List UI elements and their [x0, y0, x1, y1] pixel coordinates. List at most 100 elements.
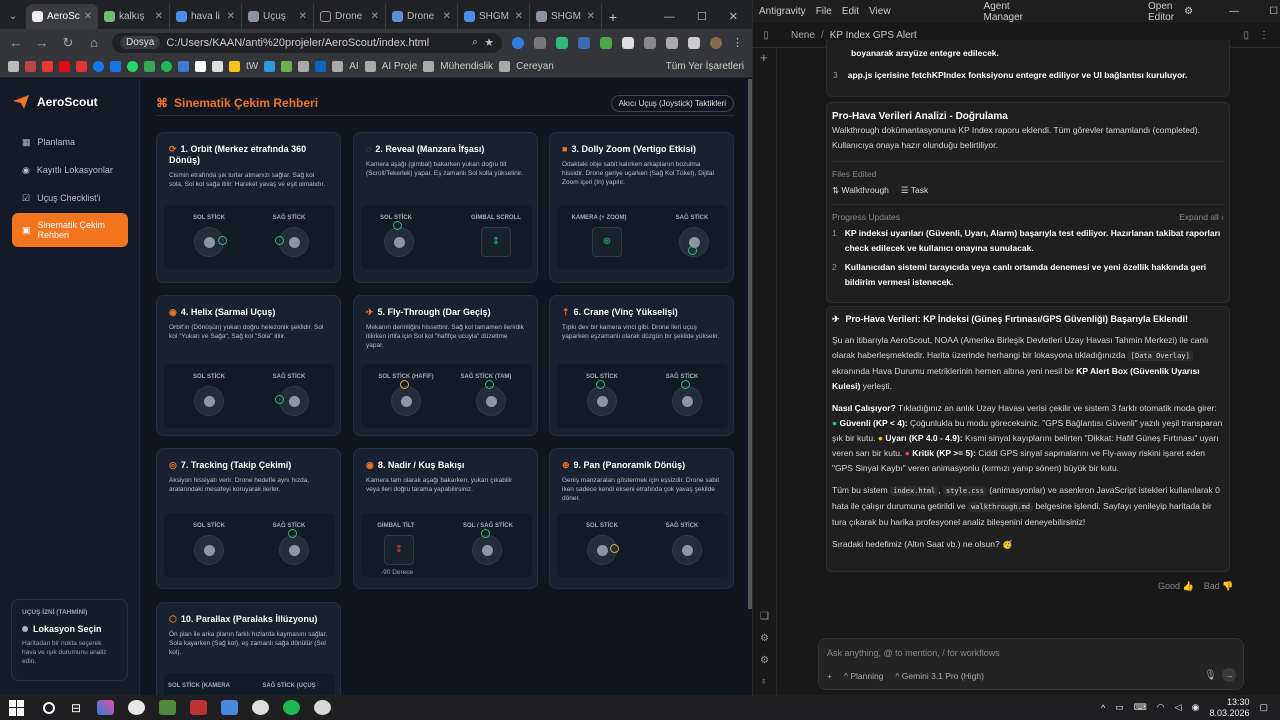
add-context-icon[interactable]: + [827, 671, 832, 681]
breadcrumb-root[interactable]: Nene [791, 30, 815, 41]
profile-avatar[interactable] [710, 36, 722, 49]
app-icon[interactable] [159, 700, 177, 715]
toggle-sidebar-icon[interactable]: ▯ [753, 30, 779, 41]
gear-outline-icon[interactable]: ⚙ [760, 633, 769, 644]
windows-start-icon[interactable] [9, 699, 31, 716]
browser-tab[interactable]: AeroSc ✕ [26, 4, 98, 29]
notification-icon[interactable]: ▢ [1259, 702, 1268, 713]
menu-edit[interactable]: Edit [842, 6, 859, 17]
site-info-chip[interactable]: Dosya [120, 36, 161, 49]
antigravity-icon[interactable] [221, 700, 239, 715]
joystick-tactics-button[interactable]: Akıcı Uçuş (Joystick) Taktikleri [610, 94, 734, 112]
wifi-icon[interactable]: ◠ [1157, 702, 1165, 713]
microphone-icon[interactable]: 🎙 [1204, 670, 1217, 681]
browser-tab[interactable]: Drone ✕ [386, 4, 458, 29]
back-icon[interactable]: ← [8, 35, 24, 50]
app-icon[interactable] [190, 700, 208, 715]
browser-tab[interactable]: hava li ✕ [170, 4, 242, 29]
sidebar-item-planlama[interactable]: ▦ Planlama [12, 130, 128, 154]
chat-input[interactable]: Ask anything, @ to mention, / for workfl… [827, 648, 1000, 658]
extension-icon[interactable] [578, 36, 590, 49]
battery-icon[interactable]: ▭ [1115, 702, 1124, 713]
close-tab-icon[interactable]: ✕ [299, 11, 307, 22]
minimize-icon[interactable]: — [1229, 6, 1239, 17]
whatsapp-icon[interactable] [127, 61, 138, 72]
walkthrough-file-link[interactable]: ⇅ Walkthrough [832, 185, 889, 196]
menu-kebab-icon[interactable]: ⋮ [732, 36, 743, 49]
settings-gear-icon[interactable]: ⚙ [1184, 6, 1193, 17]
sidebar-item-checklist[interactable]: ☑ Uçuş Checklist'i [12, 186, 128, 210]
close-tab-icon[interactable]: ✕ [371, 11, 379, 22]
mode-selector[interactable]: ^ Planning [844, 671, 883, 681]
copilot-icon[interactable] [97, 700, 115, 715]
bookmark-icon[interactable] [178, 61, 189, 72]
youtube-icon[interactable] [42, 61, 53, 72]
reload-icon[interactable]: ↻ [60, 35, 76, 51]
bad-feedback-button[interactable]: Bad 👎 [1204, 581, 1234, 592]
url-input[interactable]: Dosya C:/Users/KAAN/anti%20projeler/Aero… [112, 32, 502, 53]
browser-tab[interactable]: SHGM ✕ [530, 4, 602, 29]
imdb-icon[interactable] [229, 61, 240, 72]
bookmark-star-icon[interactable]: ★ [484, 36, 494, 49]
bookmark-folder[interactable]: AI Proje [382, 61, 418, 72]
minimize-icon[interactable]: — [664, 11, 675, 23]
app-icon[interactable] [252, 700, 270, 715]
close-tab-icon[interactable]: ✕ [155, 11, 163, 22]
close-window-icon[interactable]: ✕ [729, 10, 738, 23]
close-tab-icon[interactable]: ✕ [227, 11, 235, 22]
all-bookmarks-folder[interactable]: Tüm Yer İşaretleri [666, 61, 744, 72]
new-conversation-icon[interactable]: + [760, 50, 768, 65]
open-editor-button[interactable]: Open Editor [1148, 1, 1174, 23]
bookmark-icon[interactable] [25, 61, 36, 72]
send-icon[interactable]: → [1222, 668, 1236, 682]
extension-icon[interactable] [534, 36, 546, 49]
bookmark-icon[interactable] [315, 61, 327, 72]
browser-tab[interactable]: kalkış ✕ [98, 4, 170, 29]
model-selector[interactable]: ^ Gemini 3.1 Pro (High) [895, 671, 984, 681]
bookmark-icon[interactable] [298, 61, 310, 72]
menu-file[interactable]: File [816, 6, 832, 17]
spotify-icon[interactable] [161, 61, 172, 72]
expand-all-button[interactable]: Expand all ‹ [1179, 212, 1224, 222]
menu-app[interactable]: Antigravity [759, 6, 806, 17]
bookmark-icon[interactable] [110, 61, 121, 72]
side-panel-icon[interactable] [688, 36, 700, 49]
bookmark-icon[interactable] [144, 61, 155, 72]
netflix-icon[interactable] [59, 61, 70, 72]
search-icon[interactable] [43, 701, 55, 714]
tray-icon[interactable]: ◉ [1192, 702, 1200, 713]
close-tab-icon[interactable]: ✕ [587, 11, 595, 22]
good-feedback-button[interactable]: Good 👍 [1158, 581, 1194, 592]
x-icon[interactable] [195, 61, 206, 72]
bookmark-folder[interactable]: Mühendislik [440, 61, 493, 72]
tray-expand-icon[interactable]: ^ [1101, 703, 1105, 713]
panel-icon[interactable]: ▯ [1243, 30, 1249, 41]
menu-view[interactable]: View [869, 6, 891, 17]
browser-tab[interactable]: Drone ✕ [314, 4, 386, 29]
extension-icon[interactable] [622, 36, 634, 49]
bookmark-icon[interactable] [281, 61, 293, 72]
bookmark-folder[interactable]: AI [349, 61, 358, 72]
sidebar-item-cinematic-guide[interactable]: ▣ Sinematik Çekim Rehberi [12, 213, 128, 247]
forward-icon[interactable]: → [34, 35, 50, 50]
close-tab-icon[interactable]: ✕ [84, 11, 92, 22]
bookmark-label[interactable]: tW [246, 61, 258, 72]
book-icon[interactable]: ❑ [760, 611, 769, 622]
extensions-puzzle-icon[interactable] [644, 36, 656, 49]
extension-icon[interactable] [556, 36, 568, 49]
chrome-icon[interactable] [128, 700, 146, 715]
home-icon[interactable]: ⌂ [86, 35, 102, 50]
extension-icon[interactable] [600, 36, 612, 49]
maximize-icon[interactable]: ☐ [1269, 6, 1278, 17]
sidebar-item-saved-locations[interactable]: ◉ Kayıtlı Lokasyonlar [12, 158, 128, 182]
spotify-icon[interactable] [283, 700, 301, 715]
task-view-icon[interactable]: ⊟ [71, 701, 81, 715]
browser-tab[interactable]: SHGM ✕ [458, 4, 530, 29]
bookmark-icon[interactable] [212, 61, 223, 72]
bookmark-icon[interactable] [93, 61, 104, 72]
browser-tab[interactable]: Uçuş ✕ [242, 4, 314, 29]
task-file-link[interactable]: ☰ Task [901, 185, 928, 196]
bookmark-icon[interactable] [264, 61, 276, 72]
clock[interactable]: 13:30 8.03.2026 [1209, 697, 1249, 719]
keyboard-icon[interactable]: ⌨ [1134, 702, 1147, 713]
